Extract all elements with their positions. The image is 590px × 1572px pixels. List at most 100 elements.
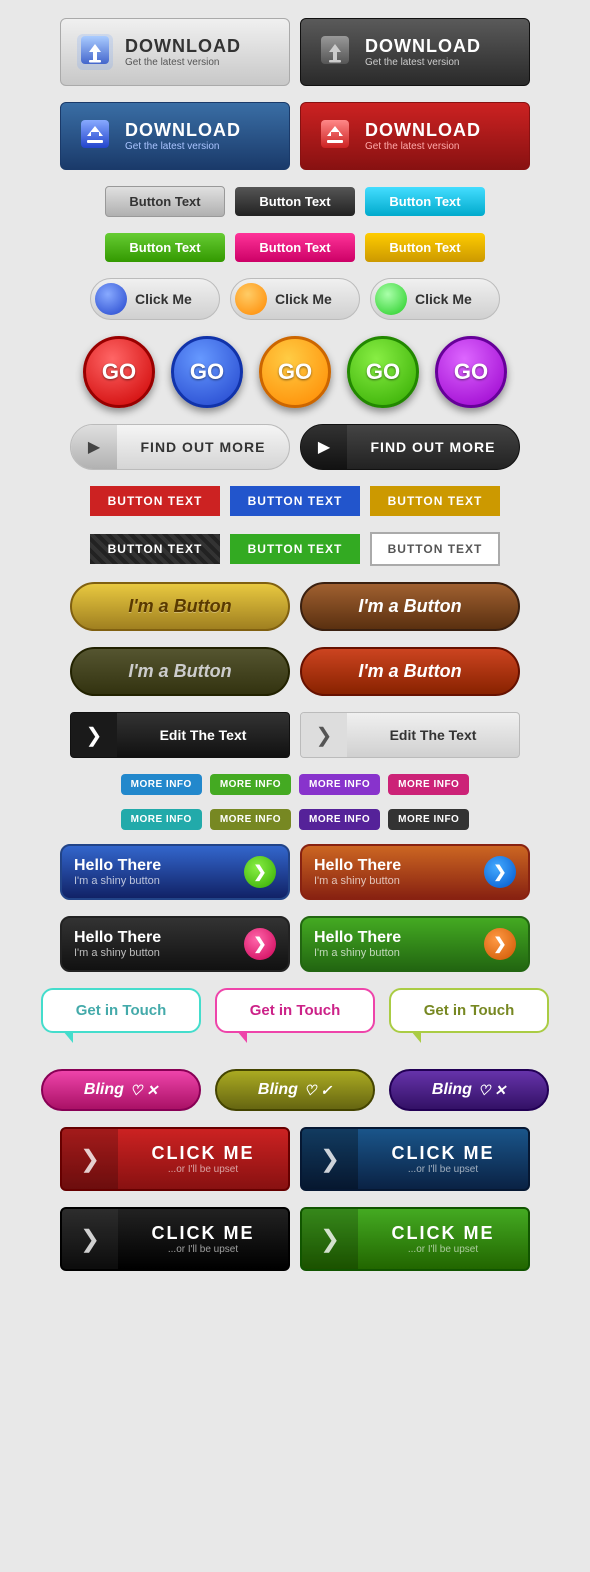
download-silver-icon	[73, 30, 117, 74]
find-light-arrow: ▶	[71, 424, 117, 470]
dl-silver-sub: Get the latest version	[125, 57, 241, 68]
getintouch-cyan-btn[interactable]: Get in Touch	[41, 988, 201, 1033]
flat-blue-btn[interactable]: BUTTON TEXT	[230, 486, 360, 516]
button-pink[interactable]: Button Text	[235, 233, 355, 262]
find-dark-arrow: ▶	[301, 424, 347, 470]
cm-red-arrow: ❯	[62, 1127, 118, 1191]
dl-blue-sub: Get the latest version	[125, 141, 241, 152]
flat-stripe-btn[interactable]: BUTTON TEXT	[90, 534, 220, 564]
clickme-green-label: Click Me	[415, 291, 472, 307]
bubble-orange-circle	[235, 283, 267, 315]
getintouch-pink-btn[interactable]: Get in Touch	[215, 988, 375, 1033]
moreinfo-darkgray-btn[interactable]: MORE INFO	[388, 809, 469, 830]
clickme-green3-btn[interactable]: ❯ CLICK ME ...or I'll be upset	[300, 1207, 530, 1271]
download-dark-icon	[313, 30, 357, 74]
hello-green-arrow: ❯	[484, 928, 516, 960]
button-gold[interactable]: Button Text	[365, 233, 485, 262]
go-purple-btn[interactable]: GO	[435, 336, 507, 408]
moreinfo-blue-btn[interactable]: MORE INFO	[121, 774, 202, 795]
hello-blue-btn[interactable]: Hello There I'm a shiny button ❯	[60, 844, 290, 900]
bubble-blue-circle	[95, 283, 127, 315]
dl-dark-title: DOWNLOAD	[365, 36, 481, 57]
bling-olive-btn[interactable]: Bling ♡ ✓	[215, 1069, 375, 1111]
bling-purple-label: Bling	[432, 1081, 472, 1099]
hello-black-btn[interactable]: Hello There I'm a shiny button ❯	[60, 916, 290, 972]
edit-dark-arrow: ❯	[71, 712, 117, 758]
find-dark-btn[interactable]: ▶ FIND OUT MORE	[300, 424, 520, 470]
go-orange-btn[interactable]: GO	[259, 336, 331, 408]
find-dark-label: FIND OUT MORE	[347, 439, 519, 455]
button-dark-gray[interactable]: Button Text	[235, 187, 355, 216]
hello-orange-btn[interactable]: Hello There I'm a shiny button ❯	[300, 844, 530, 900]
find-light-btn[interactable]: ▶ FIND OUT MORE	[70, 424, 290, 470]
hello-orange-text: Hello There I'm a shiny button	[314, 857, 476, 887]
find-light-label: FIND OUT MORE	[117, 439, 289, 455]
download-red-btn[interactable]: DOWNLOAD Get the latest version	[300, 102, 530, 170]
dl-silver-title: DOWNLOAD	[125, 36, 241, 57]
cm-blue3-text: CLICK ME ...or I'll be upset	[358, 1143, 528, 1175]
download-dark-btn[interactable]: DOWNLOAD Get the latest version	[300, 18, 530, 86]
clickme-black-btn[interactable]: ❯ CLICK ME ...or I'll be upset	[60, 1207, 290, 1271]
bling-pink-btn[interactable]: Bling ♡ ✕	[41, 1069, 201, 1111]
download-silver-btn[interactable]: DOWNLOAD Get the latest version	[60, 18, 290, 86]
cm-black-text: CLICK ME ...or I'll be upset	[118, 1223, 288, 1255]
moreinfo-teal-btn[interactable]: MORE INFO	[121, 809, 202, 830]
hello-green-text: Hello There I'm a shiny button	[314, 929, 476, 959]
bling-purple-btn[interactable]: Bling ♡ ✕	[389, 1069, 549, 1111]
bubble-green-circle	[375, 283, 407, 315]
download-red-icon	[313, 114, 357, 158]
hello-blue-text: Hello There I'm a shiny button	[74, 857, 236, 887]
clickme-blue-btn[interactable]: Click Me	[90, 278, 220, 320]
edit-dark-label: Edit The Text	[117, 727, 289, 743]
getintouch-lime-btn[interactable]: Get in Touch	[389, 988, 549, 1033]
bling-pink-label: Bling	[84, 1081, 124, 1099]
download-blue-icon	[73, 114, 117, 158]
cm-green3-arrow: ❯	[302, 1207, 358, 1271]
moreinfo-pink-btn[interactable]: MORE INFO	[388, 774, 469, 795]
moreinfo-darkpurple-btn[interactable]: MORE INFO	[299, 809, 380, 830]
cm-red-text: CLICK ME ...or I'll be upset	[118, 1143, 288, 1175]
edit-light-label: Edit The Text	[347, 727, 519, 743]
clickme-orange-label: Click Me	[275, 291, 332, 307]
download-blue-btn[interactable]: DOWNLOAD Get the latest version	[60, 102, 290, 170]
dl-blue-title: DOWNLOAD	[125, 120, 241, 141]
clickme-red-btn[interactable]: ❯ CLICK ME ...or I'll be upset	[60, 1127, 290, 1191]
dl-dark-sub: Get the latest version	[365, 57, 481, 68]
bling-olive-heart: ♡ ✓	[304, 1082, 332, 1099]
hello-black-text: Hello There I'm a shiny button	[74, 929, 236, 959]
moreinfo-olive-btn[interactable]: MORE INFO	[210, 809, 291, 830]
go-green-btn[interactable]: GO	[347, 336, 419, 408]
hello-green-btn[interactable]: Hello There I'm a shiny button ❯	[300, 916, 530, 972]
pill-redbrown-btn[interactable]: I'm a Button	[300, 647, 520, 696]
clickme-blue3-btn[interactable]: ❯ CLICK ME ...or I'll be upset	[300, 1127, 530, 1191]
dl-red-sub: Get the latest version	[365, 141, 481, 152]
edit-dark-btn[interactable]: ❯ Edit The Text	[70, 712, 290, 758]
bling-pink-heart: ♡ ✕	[130, 1082, 158, 1099]
go-red-btn[interactable]: GO	[83, 336, 155, 408]
cm-green3-text: CLICK ME ...or I'll be upset	[358, 1223, 528, 1255]
clickme-green-btn[interactable]: Click Me	[370, 278, 500, 320]
flat-green-btn[interactable]: BUTTON TEXT	[230, 534, 360, 564]
bling-purple-heart: ♡ ✕	[478, 1082, 506, 1099]
cm-blue3-arrow: ❯	[302, 1127, 358, 1191]
edit-light-btn[interactable]: ❯ Edit The Text	[300, 712, 520, 758]
clickme-orange-btn[interactable]: Click Me	[230, 278, 360, 320]
hello-orange-arrow: ❯	[484, 856, 516, 888]
dl-red-title: DOWNLOAD	[365, 120, 481, 141]
flat-outline-btn[interactable]: BUTTON TEXT	[370, 532, 500, 566]
pill-gold-btn[interactable]: I'm a Button	[70, 582, 290, 631]
pill-dark-btn[interactable]: I'm a Button	[70, 647, 290, 696]
button-gray[interactable]: Button Text	[105, 186, 225, 217]
go-blue-btn[interactable]: GO	[171, 336, 243, 408]
moreinfo-green-btn[interactable]: MORE INFO	[210, 774, 291, 795]
moreinfo-purple-btn[interactable]: MORE INFO	[299, 774, 380, 795]
hello-blue-arrow: ❯	[244, 856, 276, 888]
clickme-blue-label: Click Me	[135, 291, 192, 307]
button-cyan[interactable]: Button Text	[365, 187, 485, 216]
flat-gold-btn[interactable]: BUTTON TEXT	[370, 486, 500, 516]
edit-light-arrow: ❯	[301, 712, 347, 758]
button-green[interactable]: Button Text	[105, 233, 225, 262]
flat-red-btn[interactable]: BUTTON TEXT	[90, 486, 220, 516]
pill-brown-btn[interactable]: I'm a Button	[300, 582, 520, 631]
hello-black-arrow: ❯	[244, 928, 276, 960]
